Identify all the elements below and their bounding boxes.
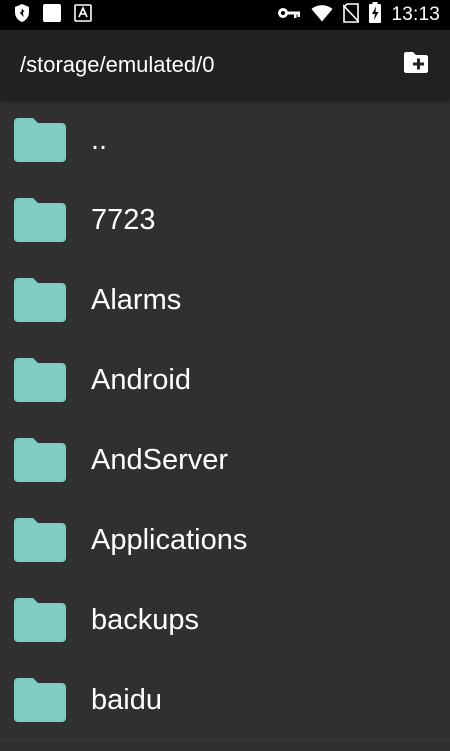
- file-list-item[interactable]: 7723: [0, 180, 450, 260]
- file-list-item[interactable]: backups: [0, 580, 450, 660]
- file-list: .. 7723 Alarms Android AndServer Applications…: [0, 100, 450, 740]
- white-square-icon: [42, 3, 62, 28]
- shield-icon: [14, 3, 30, 28]
- folder-icon: [14, 358, 66, 402]
- file-list-item[interactable]: Alarms: [0, 260, 450, 340]
- folder-icon: [14, 278, 66, 322]
- current-path-title: /storage/emulated/0: [20, 52, 215, 77]
- file-list-item[interactable]: AndServer: [0, 420, 450, 500]
- no-sim-icon: [342, 2, 361, 28]
- file-name: 7723: [91, 203, 156, 236]
- folder-icon: [14, 678, 66, 722]
- file-name: baidu: [91, 683, 162, 716]
- file-name: AndServer: [91, 443, 229, 476]
- folder-icon: [14, 518, 66, 562]
- create-new-folder-icon: [402, 51, 430, 80]
- folder-icon: [14, 438, 66, 482]
- wifi-icon: [311, 4, 333, 27]
- app-toolbar: /storage/emulated/0: [0, 30, 450, 100]
- status-bar-left: [14, 3, 104, 28]
- file-name: Applications: [91, 523, 248, 556]
- file-name: Android: [91, 363, 191, 396]
- key-icon: [277, 6, 301, 25]
- battery-charging-icon: [369, 2, 382, 28]
- folder-icon: [14, 198, 66, 242]
- file-list-item[interactable]: Applications: [0, 500, 450, 580]
- status-bar-clock: 13:13: [391, 4, 440, 25]
- file-list-item[interactable]: baidu: [0, 660, 450, 740]
- file-name: Alarms: [91, 283, 182, 316]
- file-list-item[interactable]: ..: [0, 100, 450, 180]
- new-folder-button[interactable]: [398, 47, 434, 83]
- file-list-item[interactable]: Android: [0, 340, 450, 420]
- list-bottom-divider: [0, 740, 450, 741]
- status-bar-right: 13:13: [267, 2, 440, 28]
- font-a-icon: [74, 3, 92, 27]
- folder-icon: [14, 118, 66, 162]
- status-bar: 13:13: [0, 0, 450, 30]
- file-name: backups: [91, 603, 200, 636]
- file-name: ..: [91, 123, 108, 156]
- folder-icon: [14, 598, 66, 642]
